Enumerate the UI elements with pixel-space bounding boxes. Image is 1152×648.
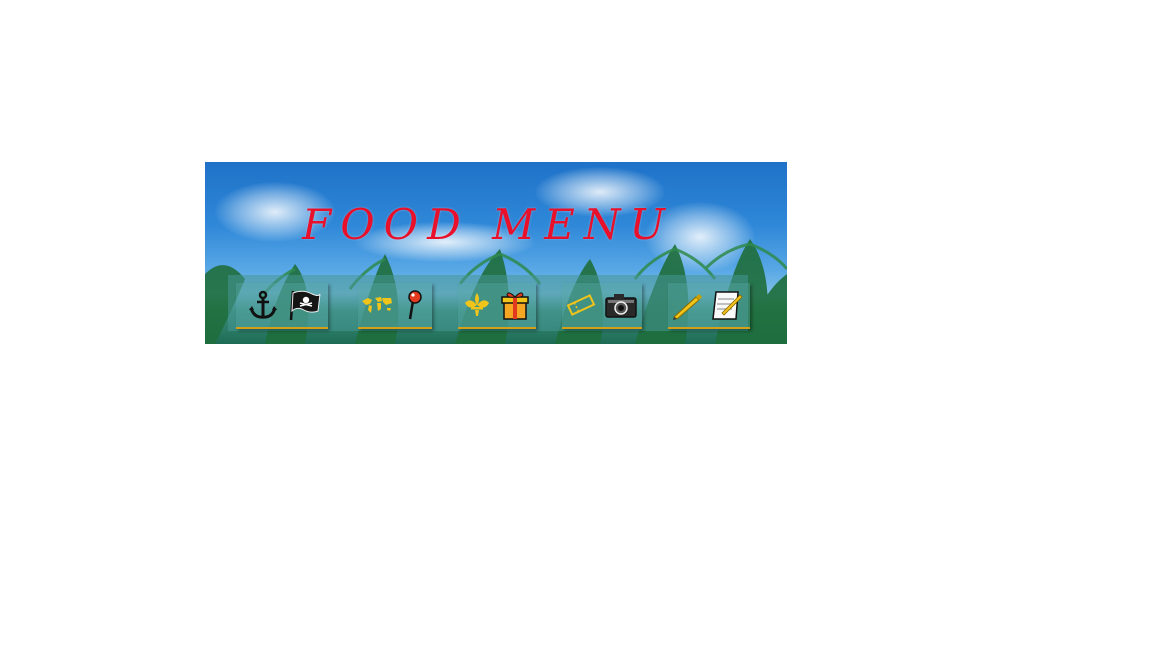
nav-group-5 xyxy=(668,283,750,329)
world-map-icon[interactable] xyxy=(360,289,394,321)
nav-group-3 xyxy=(458,283,536,329)
fleur-de-lis-icon[interactable] xyxy=(460,289,494,321)
pen-icon[interactable] xyxy=(670,289,704,321)
anchor-icon[interactable] xyxy=(246,289,280,321)
nav-group-2 xyxy=(358,283,432,329)
gift-icon[interactable] xyxy=(498,289,532,321)
header-banner: FOOD MENU xyxy=(205,162,787,344)
ticket-icon[interactable] xyxy=(564,289,598,321)
nav-group-4 xyxy=(562,283,642,329)
camera-icon[interactable] xyxy=(604,289,638,321)
pirate-flag-icon[interactable] xyxy=(288,289,322,321)
map-pin-icon[interactable] xyxy=(398,289,432,321)
notepad-icon[interactable] xyxy=(710,289,744,321)
nav-group-1 xyxy=(236,283,328,329)
icon-nav-bar xyxy=(228,275,750,331)
page-title: FOOD MENU xyxy=(302,200,674,249)
